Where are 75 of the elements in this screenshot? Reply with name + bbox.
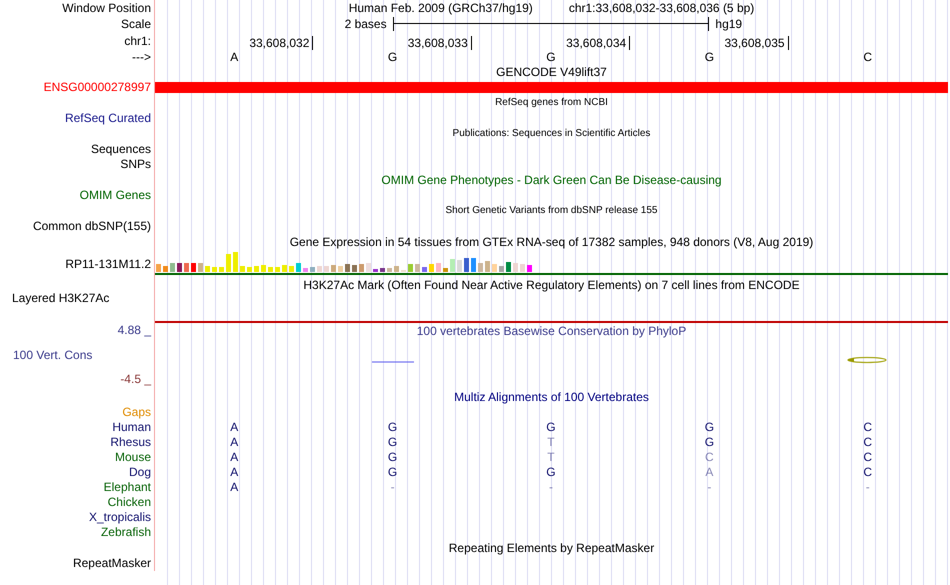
species-label: X_tropicalis	[88, 510, 151, 525]
aligned-base: -	[864, 480, 871, 495]
track-title: Repeating Elements by RepeatMasker	[448, 540, 656, 556]
species-label: Chicken	[108, 495, 151, 510]
aligned-base: A	[229, 480, 240, 495]
track-label: Sequences	[90, 142, 151, 157]
aligned-base: A	[229, 435, 240, 450]
species-label: Elephant	[104, 480, 151, 495]
species-label: Rhesus	[110, 435, 151, 450]
track-title: Publications: Sequences in Scientific Articles	[452, 127, 652, 141]
species-label: Mouse	[114, 450, 151, 465]
aligned-base: G	[386, 420, 398, 435]
track-title: Gene Expression in 54 tissues from GTEx RNA-seq of 17382 samples, 948 donors (V8, Aug 2019)	[288, 234, 814, 250]
aligned-base: G	[545, 465, 557, 480]
aligned-base: G	[545, 420, 557, 435]
row-label: Window Position	[62, 0, 151, 16]
assembly-text: hg19	[714, 17, 744, 31]
track-label: SNPs	[120, 157, 151, 172]
axis-min-label: -4.5 _	[120, 372, 151, 387]
aligned-base: G	[704, 420, 716, 435]
track-label: RefSeq Curated	[64, 111, 151, 126]
aligned-base: -	[548, 480, 554, 495]
base-letter: G	[545, 50, 557, 64]
aligned-base: G	[386, 450, 398, 465]
aligned-base: A	[229, 450, 240, 465]
track-label: 100 Vert. Cons	[12, 348, 92, 362]
base-letter: C	[862, 50, 874, 64]
track-title: Multiz Alignments of 100 Vertebrates	[453, 389, 650, 405]
base-letter: G	[386, 50, 398, 64]
aligned-base: C	[862, 465, 874, 480]
track-label: Layered H3K27Ac	[12, 291, 110, 306]
coordinate-tick: 33,608,032	[249, 36, 314, 50]
aligned-base: A	[229, 465, 240, 480]
aligned-base: C	[862, 435, 874, 450]
track-label: Gaps	[122, 405, 151, 420]
species-label: Dog	[128, 465, 151, 480]
track-label: OMIM Genes	[80, 188, 151, 203]
coordinate-tick: 33,608,035	[724, 36, 789, 50]
aligned-base: T	[546, 450, 556, 465]
coordinate-tick: 33,608,033	[408, 36, 472, 50]
species-label: Human	[112, 420, 151, 435]
row-label: --->	[132, 50, 151, 64]
track-title: Short Genetic Variants from dbSNP release 155	[444, 204, 658, 218]
gene-bar[interactable]	[155, 82, 948, 93]
scale-text: 2 bases	[344, 17, 388, 31]
track-label: Common dbSNP(155)	[32, 219, 151, 234]
aligned-base: A	[704, 465, 714, 480]
aligned-base: -	[390, 480, 396, 495]
track-label: ENSG00000278997	[44, 80, 151, 95]
track-title: H3K27Ac Mark (Often Found Near Active Regulatory Elements) on 7 cell lines from ENCODE	[302, 277, 801, 293]
aligned-base: A	[229, 420, 240, 435]
axis-max-label: 4.88 _	[118, 323, 151, 338]
aligned-base: G	[386, 435, 398, 450]
position-text: chr1:33,608,032-33,608,036 (5 bp)	[568, 0, 754, 16]
species-label: Zebrafish	[100, 525, 151, 540]
aligned-base: G	[386, 465, 398, 480]
track-title: GENCODE V49lift37	[495, 64, 608, 80]
track-title: OMIM Gene Phenotypes - Dark Green Can Be Disease-causing	[380, 172, 723, 188]
aligned-base: C	[704, 450, 715, 465]
coordinate-tick: 33,608,034	[566, 36, 630, 50]
score-marker-drawing	[847, 356, 887, 364]
track-title: 100 vertebrates Basewise Conservation by PhyloP	[416, 323, 688, 339]
row-label: chr1:	[124, 33, 151, 50]
aligned-base: C	[862, 450, 874, 465]
aligned-base: C	[862, 420, 874, 435]
aligned-base: -	[706, 480, 712, 495]
track-title: RefSeq genes from NCBI	[494, 96, 609, 110]
base-letter: G	[704, 50, 716, 64]
base-letter: A	[229, 50, 240, 64]
aligned-base: G	[704, 435, 716, 450]
track-label: RepeatMasker	[72, 556, 151, 571]
assembly-name: Human Feb. 2009 (GRCh37/hg19)	[348, 0, 533, 16]
row-label: Scale	[120, 16, 151, 32]
track-label: RP11-131M11.2	[65, 257, 151, 272]
aligned-base: T	[546, 435, 556, 450]
